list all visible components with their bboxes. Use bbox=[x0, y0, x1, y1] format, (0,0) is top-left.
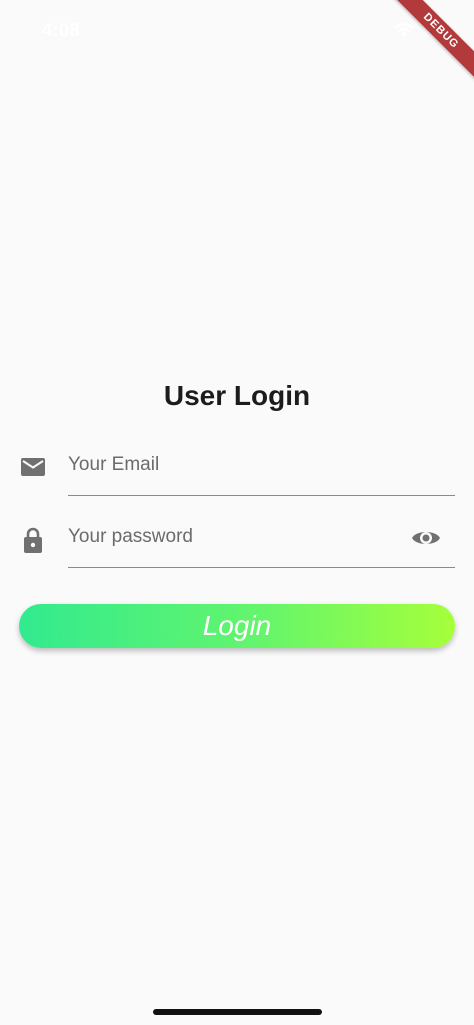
eye-icon[interactable] bbox=[411, 526, 441, 550]
mail-icon bbox=[21, 458, 45, 476]
email-field-underline bbox=[68, 495, 455, 496]
email-field[interactable]: Your Email bbox=[18, 440, 455, 496]
home-indicator bbox=[153, 1009, 322, 1015]
email-field-placeholder: Your Email bbox=[68, 454, 160, 475]
page-title: User Login bbox=[163, 380, 311, 411]
debug-banner: DEBUG bbox=[384, 0, 474, 90]
login-button[interactable]: Login bbox=[19, 604, 455, 648]
password-field[interactable]: Your password bbox=[18, 512, 455, 568]
debug-ribbon-label: DEBUG bbox=[388, 0, 474, 84]
status-time: 4:08 bbox=[42, 20, 81, 40]
password-field-placeholder: Your password bbox=[68, 526, 193, 547]
lock-icon bbox=[24, 527, 42, 553]
password-field-underline bbox=[68, 567, 455, 568]
